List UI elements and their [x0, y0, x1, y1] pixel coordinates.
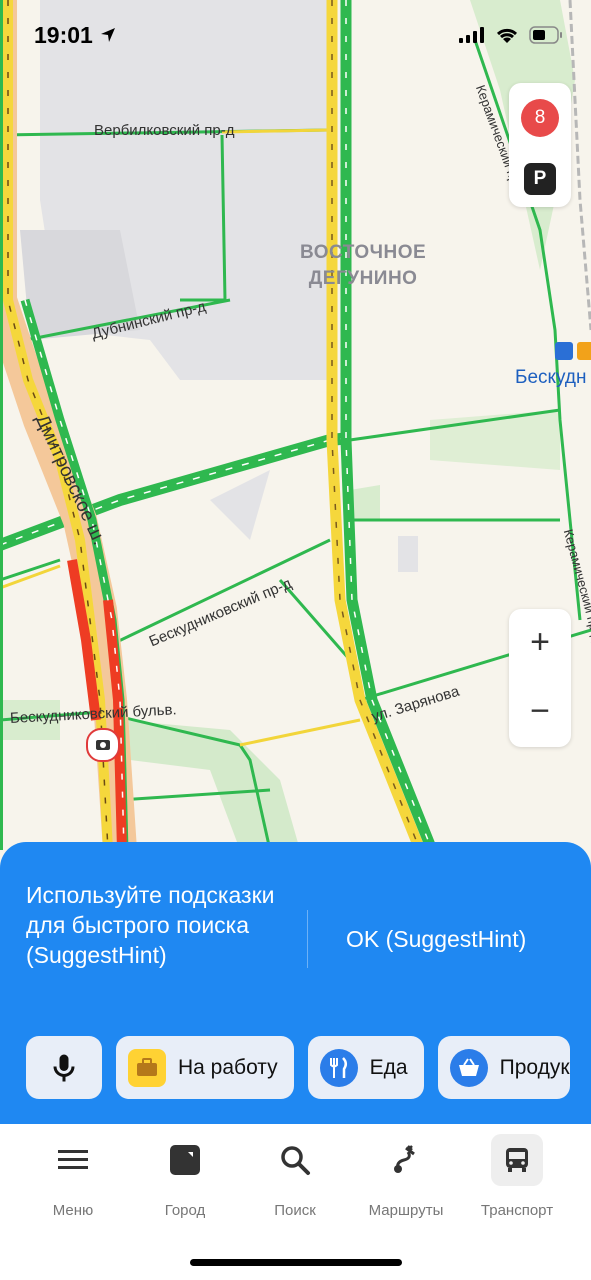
basket-icon [449, 1048, 488, 1087]
battery-icon [529, 26, 562, 44]
menu-icon [47, 1134, 99, 1186]
suggest-hint-panel: Используйте подсказки для быстрого поиск… [0, 842, 591, 1132]
chip-to-work[interactable]: На работу [116, 1036, 294, 1099]
wifi-icon [496, 28, 518, 43]
chip-groceries[interactable]: Продук [437, 1036, 570, 1099]
tab-label: Транспорт [480, 1202, 554, 1219]
traffic-camera-icon[interactable] [86, 728, 120, 762]
quick-search-chips: На работу Еда Продук [26, 1036, 570, 1099]
microphone-icon [53, 1054, 75, 1081]
tab-menu[interactable]: Меню [18, 1134, 128, 1219]
metro-station-label[interactable]: Бескудн [515, 367, 587, 389]
notifications-badge[interactable]: 8 [521, 99, 559, 137]
tab-search[interactable]: Поиск [240, 1134, 350, 1219]
zoom-in-button[interactable]: + [509, 609, 571, 678]
home-indicator [190, 1259, 402, 1266]
search-icon [269, 1134, 321, 1186]
district-label: ВОСТОЧНОЕ ДЕГУНИНО [300, 240, 426, 292]
tab-label: Маршруты [368, 1202, 444, 1219]
zoom-controls: + − [509, 609, 571, 747]
tab-label: Меню [52, 1202, 94, 1219]
tab-routes[interactable]: Маршруты [351, 1134, 461, 1219]
status-time: 19:01 [34, 22, 93, 48]
location-arrow-icon [101, 28, 115, 42]
tab-transport[interactable]: Транспорт [462, 1134, 572, 1219]
tab-label: Город [164, 1202, 206, 1219]
tab-city[interactable]: Город [130, 1134, 240, 1219]
voice-search-button[interactable] [26, 1036, 102, 1099]
district-name-line-2: ДЕГУНИНО [308, 268, 418, 289]
chip-food[interactable]: Еда [307, 1036, 424, 1099]
street-label: Вербилковский пр-д [94, 122, 235, 139]
divider [307, 910, 308, 968]
chip-label: Еда [369, 1055, 408, 1079]
hint-message: Используйте подсказки для быстрого поиск… [26, 882, 275, 968]
fork-knife-icon [319, 1048, 358, 1087]
district-name-line-1: ВОСТОЧНОЕ [300, 242, 427, 263]
hint-ok-button[interactable]: OK (SuggestHint) [346, 926, 526, 953]
train-icon [555, 342, 573, 360]
briefcase-icon [128, 1048, 166, 1087]
routes-icon [380, 1134, 432, 1186]
zoom-out-button[interactable]: − [509, 678, 571, 747]
status-bar: 19:01 [0, 0, 591, 72]
metro-icon [577, 342, 591, 360]
cellular-signal-icon [459, 27, 484, 43]
bottom-tab-bar: Меню Город Поиск Маршруты Транспорт [0, 1124, 591, 1280]
city-icon [159, 1134, 211, 1186]
chip-label: На работу [178, 1055, 278, 1079]
map-side-controls: 8 P [509, 83, 571, 207]
bus-icon [491, 1134, 543, 1186]
chip-label: Продук [499, 1055, 570, 1079]
parking-button[interactable]: P [524, 163, 556, 195]
metro-station-icons [555, 342, 591, 360]
tab-label: Поиск [274, 1202, 316, 1219]
